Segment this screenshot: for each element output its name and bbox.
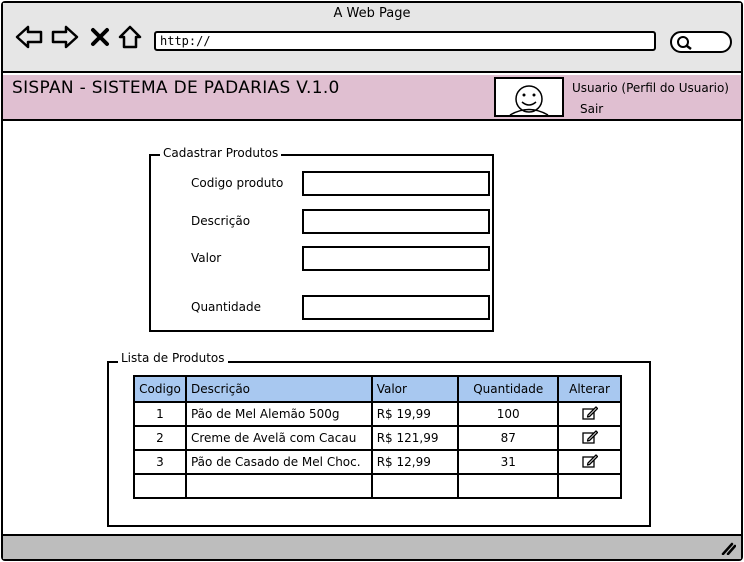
close-icon[interactable] (86, 22, 114, 52)
arrow-right-icon[interactable] (49, 22, 81, 52)
cell-valor: R$ 12,99 (370, 449, 460, 475)
cell-descricao: Pão de Mel Alemão 500g (184, 401, 373, 427)
field-label-valor: Valor (191, 251, 222, 265)
list-legend: Lista de Produtos (118, 351, 228, 365)
table-row: 1 Pão de Mel Alemão 500g R$ 19,99 100 (133, 401, 622, 427)
cell-valor: R$ 121,99 (370, 425, 460, 451)
column-header-descricao: Descrição (184, 375, 373, 403)
arrow-left-icon[interactable] (13, 22, 45, 52)
home-icon[interactable] (114, 22, 146, 52)
table-row-empty (133, 473, 622, 499)
table-header-row: Codigo Descrição Valor Quantidade Altera… (133, 375, 622, 403)
products-table: Codigo Descrição Valor Quantidade Altera… (133, 375, 622, 499)
column-header-codigo: Codigo (133, 375, 187, 403)
search-icon (677, 36, 692, 50)
avatar (494, 77, 564, 117)
logout-link[interactable]: Sair (580, 102, 603, 116)
cell-codigo: 3 (133, 449, 187, 475)
column-header-alterar: Alterar (557, 375, 622, 403)
resize-grip-icon[interactable] (720, 540, 737, 559)
cell-descricao: Creme de Avelã com Cacau (184, 425, 373, 451)
search-input[interactable] (670, 31, 732, 53)
page-title: SISPAN - SISTEMA DE PADARIAS V.1.0 (12, 78, 340, 98)
cell-codigo: 1 (133, 401, 187, 427)
cell-descricao: Pão de Casado de Mel Choc. (184, 449, 373, 475)
cell-alterar (557, 401, 622, 427)
address-bar[interactable]: http:// (154, 31, 656, 51)
status-bar (3, 534, 741, 559)
cell-alterar (557, 425, 622, 451)
cell-valor: R$ 19,99 (370, 401, 460, 427)
quantidade-input[interactable] (302, 295, 490, 320)
edit-icon[interactable] (581, 429, 598, 447)
cell-quantidade: 100 (457, 401, 560, 427)
column-header-valor: Valor (370, 375, 460, 403)
edit-icon[interactable] (581, 405, 598, 423)
descricao-input[interactable] (302, 209, 490, 234)
column-header-quantidade: Quantidade (457, 375, 560, 403)
codigo-input[interactable] (302, 171, 490, 196)
table-row: 2 Creme de Avelã com Cacau R$ 121,99 87 (133, 425, 622, 451)
form-legend: Cadastrar Produtos (160, 146, 282, 160)
user-profile-label[interactable]: Usuario (Perfil do Usuario) (572, 81, 729, 95)
cell-codigo: 2 (133, 425, 187, 451)
field-label-quantidade: Quantidade (191, 300, 262, 314)
cell-quantidade: 87 (457, 425, 560, 451)
field-label-codigo: Codigo produto (191, 176, 284, 190)
valor-input[interactable] (302, 246, 490, 271)
table-row: 3 Pão de Casado de Mel Choc. R$ 12,99 31 (133, 449, 622, 475)
window-title: A Web Page (333, 6, 411, 21)
cell-quantidade: 31 (457, 449, 560, 475)
field-label-descricao: Descrição (191, 214, 251, 228)
cell-alterar (557, 449, 622, 475)
edit-icon[interactable] (581, 453, 598, 471)
